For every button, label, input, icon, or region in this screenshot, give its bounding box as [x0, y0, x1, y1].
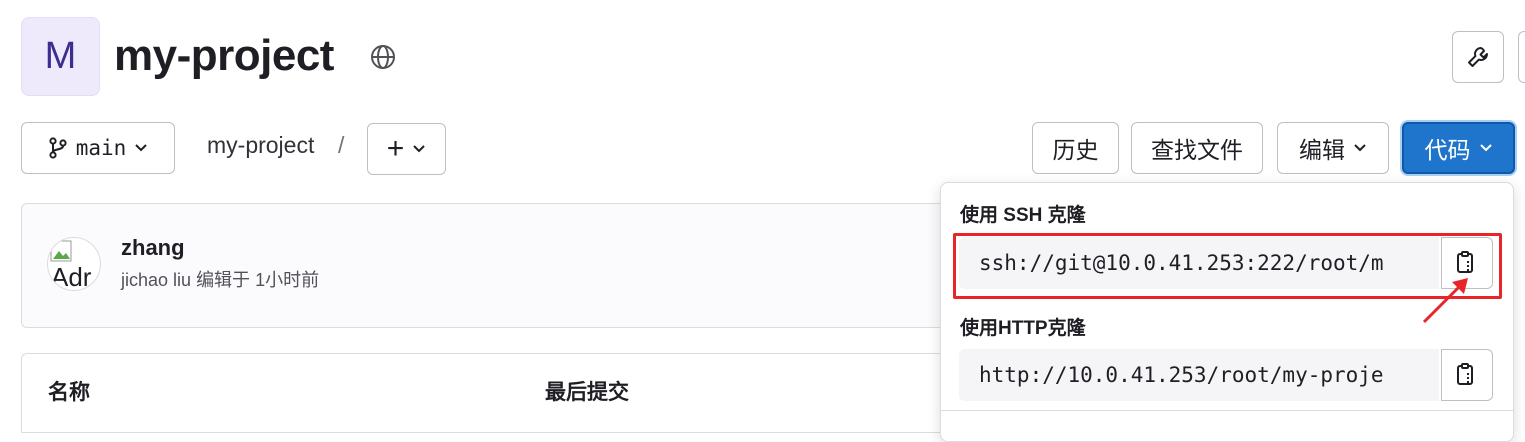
wrench-icon — [1468, 47, 1488, 67]
find-file-button[interactable]: 查找文件 — [1131, 122, 1263, 174]
chevron-down-icon — [1354, 144, 1366, 152]
column-header-name: 名称 — [48, 381, 90, 404]
commit-title[interactable]: zhang — [121, 235, 185, 261]
commit-meta: jichao liu 编辑于 1小时前 — [121, 266, 319, 292]
chevron-down-icon — [413, 145, 425, 153]
column-header-last-commit: 最后提交 — [545, 381, 629, 404]
plus-icon: + — [386, 132, 405, 165]
http-clone-label: 使用HTTP克隆 — [960, 318, 1086, 339]
code-dropdown-button[interactable]: 代码 — [1402, 122, 1515, 174]
branch-icon — [49, 137, 67, 159]
globe-icon — [371, 45, 395, 69]
edit-label: 编辑 — [1299, 137, 1345, 163]
branch-name: main — [75, 136, 127, 160]
copy-http-url-button[interactable] — [1441, 349, 1493, 401]
http-url-field[interactable]: http://10.0.41.253/root/my-proje — [959, 349, 1439, 401]
breadcrumb[interactable]: my-project — [207, 132, 314, 159]
branch-selector[interactable]: main — [21, 122, 175, 174]
more-actions-button[interactable] — [1518, 31, 1525, 83]
history-label: 历史 — [1052, 137, 1099, 163]
history-button[interactable]: 历史 — [1032, 122, 1119, 174]
chevron-down-icon — [1479, 144, 1492, 152]
code-label: 代码 — [1424, 137, 1471, 163]
page-title: my-project — [114, 31, 334, 80]
project-avatar: M — [21, 17, 100, 96]
ssh-clone-label: 使用 SSH 克隆 — [960, 205, 1086, 226]
find-file-label: 查找文件 — [1151, 137, 1243, 163]
edit-dropdown-button[interactable]: 编辑 — [1277, 122, 1389, 174]
settings-button[interactable] — [1452, 31, 1504, 83]
ssh-url-field[interactable]: ssh://git@10.0.41.253:222/root/m — [959, 237, 1439, 289]
broken-image-icon — [50, 240, 72, 262]
commit-author-avatar[interactable]: Adr — [47, 237, 101, 291]
file-table — [21, 353, 1021, 433]
dropdown-divider — [941, 410, 1513, 411]
breadcrumb-separator: / — [338, 132, 345, 158]
commit-author[interactable]: jichao liu — [121, 270, 191, 290]
copy-icon — [1457, 363, 1475, 385]
add-dropdown-button[interactable]: + — [367, 123, 446, 175]
commit-time: 编辑于 1小时前 — [196, 270, 320, 290]
project-avatar-letter: M — [44, 35, 77, 77]
chevron-down-icon — [135, 144, 147, 152]
avatar-alt-text: Adr — [51, 262, 92, 291]
copy-icon — [1457, 251, 1475, 273]
copy-ssh-url-button[interactable] — [1441, 237, 1493, 289]
